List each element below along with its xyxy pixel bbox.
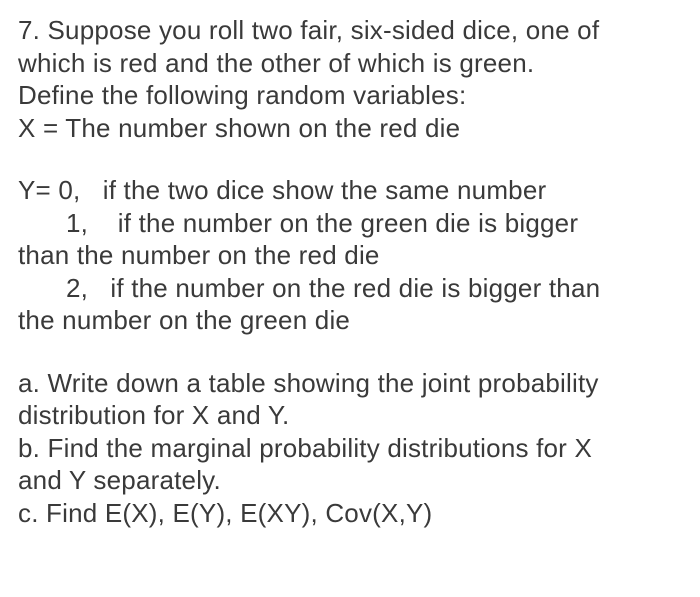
part-a-line-1: a. Write down a table showing the joint … (18, 367, 682, 400)
y-case-1-desc: if the number on the green die is bigger (118, 208, 578, 238)
intro-line-1: 7. Suppose you roll two fair, six-sided … (18, 14, 682, 47)
y-case-1-line-1: 1, if the number on the green die is big… (18, 207, 682, 240)
x-definition: X = The number shown on the red die (18, 112, 682, 145)
part-c: c. Find E(X), E(Y), E(XY), Cov(X,Y) (18, 497, 682, 530)
y-case-2-desc: if the number on the red die is bigger t… (110, 273, 600, 303)
part-b-line-2: and Y separately. (18, 464, 682, 497)
sub-questions: a. Write down a table showing the joint … (18, 367, 682, 530)
y-case-0: Y= 0, if the two dice show the same numb… (18, 174, 682, 207)
y-case-2-label: 2, (66, 273, 88, 303)
y-case-0-desc: if the two dice show the same number (103, 175, 547, 205)
y-definition: Y= 0, if the two dice show the same numb… (18, 174, 682, 337)
part-b-line-1: b. Find the marginal probability distrib… (18, 432, 682, 465)
y-case-0-label: Y= 0, (18, 175, 80, 205)
intro-line-2: which is red and the other of which is g… (18, 47, 682, 80)
y-case-2-line-2: the number on the green die (18, 304, 682, 337)
y-case-1-line-2: than the number on the red die (18, 239, 682, 272)
part-a-line-2: distribution for X and Y. (18, 399, 682, 432)
y-case-1-label: 1, (66, 208, 88, 238)
problem-intro: 7. Suppose you roll two fair, six-sided … (18, 14, 682, 144)
y-case-2-line-1: 2, if the number on the red die is bigge… (18, 272, 682, 305)
intro-line-3: Define the following random variables: (18, 79, 682, 112)
